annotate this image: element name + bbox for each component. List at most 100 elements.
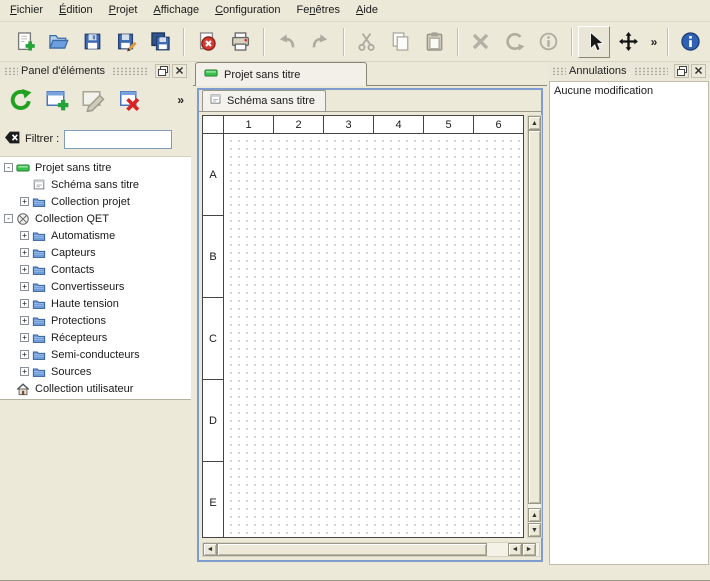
- cut-button[interactable]: [350, 26, 382, 58]
- new-element-button[interactable]: [41, 84, 73, 116]
- new-document-button[interactable]: [8, 26, 40, 58]
- diagram-grid[interactable]: [224, 134, 523, 537]
- tree-item-convertisseurs[interactable]: +Convertisseurs: [0, 278, 191, 295]
- menu-dition[interactable]: Édition: [51, 1, 101, 20]
- scroll-left-icon[interactable]: ◄: [203, 543, 217, 556]
- tree-item-label: Haute tension: [51, 298, 119, 310]
- toolbar-separator: [343, 28, 345, 56]
- about-qet-button[interactable]: [674, 26, 706, 58]
- expand-icon[interactable]: +: [20, 316, 29, 325]
- tree-item-sch-ma-sans-titre[interactable]: Schéma sans titre: [0, 176, 191, 193]
- clear-filter-icon[interactable]: [4, 129, 21, 149]
- vertical-scrollbar[interactable]: ▲ ▲ ▼: [527, 115, 542, 538]
- undo-panel-titlebar[interactable]: Annulations: [548, 62, 710, 79]
- close-file-button[interactable]: [190, 26, 222, 58]
- tree-item-label: Sources: [51, 366, 91, 378]
- scroll-down-icon[interactable]: ▼: [528, 523, 541, 537]
- filter-input[interactable]: [64, 130, 172, 149]
- horizontal-scroll-thumb[interactable]: [217, 543, 487, 556]
- tree-item-r-cepteurs[interactable]: +Récepteurs: [0, 329, 191, 346]
- tree-item-haute-tension[interactable]: + Haute tension: [0, 295, 191, 312]
- scroll-up-icon[interactable]: ▲: [528, 116, 541, 130]
- tree-item-capteurs[interactable]: + Capteurs: [0, 244, 191, 261]
- menu-projet[interactable]: Projet: [101, 1, 146, 20]
- scroll-left-secondary-icon[interactable]: ◄: [508, 543, 522, 556]
- delete-element-button[interactable]: [113, 84, 145, 116]
- toolbar-separator: [667, 28, 669, 56]
- undo-empty-text: Aucune modification: [550, 82, 708, 100]
- schema-tabbar: Schéma sans titre: [199, 90, 541, 112]
- tab-schema-sans-titre[interactable]: Schéma sans titre: [202, 90, 326, 111]
- copy-button[interactable]: [384, 26, 416, 58]
- save-as-button[interactable]: [110, 26, 142, 58]
- reload-collections-button[interactable]: [5, 84, 37, 116]
- collapse-icon[interactable]: -: [4, 163, 13, 172]
- expand-icon[interactable]: +: [20, 197, 29, 206]
- main-toolbar: »»: [0, 22, 710, 62]
- tree-item-collection-utilisateur[interactable]: Collection utilisateur: [0, 380, 191, 397]
- horizontal-scrollbar[interactable]: ◄ ◄ ►: [202, 542, 540, 557]
- menu-fichier[interactable]: Fichier: [2, 1, 51, 20]
- selection-info-button[interactable]: [532, 26, 564, 58]
- pan-mode-button[interactable]: [612, 26, 644, 58]
- filter-label: Filtrer :: [25, 133, 59, 145]
- menu-aide[interactable]: Aide: [348, 1, 386, 20]
- expand-icon[interactable]: +: [20, 350, 29, 359]
- redo-button[interactable]: [304, 26, 336, 58]
- float-dock-icon[interactable]: [674, 64, 689, 78]
- save-button[interactable]: [76, 26, 108, 58]
- delete-button[interactable]: [464, 26, 496, 58]
- project-icon: [204, 66, 218, 80]
- menu-fen-tres[interactable]: Fenêtres: [289, 1, 348, 20]
- folder-icon: [32, 331, 48, 345]
- panel-overflow-icon[interactable]: »: [177, 93, 184, 107]
- tree-item-collection-projet[interactable]: + Collection projet: [0, 193, 191, 210]
- tree-item-sources[interactable]: + Sources: [0, 363, 191, 380]
- close-dock-icon[interactable]: [172, 64, 187, 78]
- tree-item-automatisme[interactable]: + Automatisme: [0, 227, 191, 244]
- tab-projet-sans-titre[interactable]: Projet sans titre: [195, 62, 367, 86]
- select-mode-button[interactable]: [578, 26, 610, 58]
- expand-icon[interactable]: +: [20, 248, 29, 257]
- edit-element-button[interactable]: [77, 84, 109, 116]
- float-dock-icon[interactable]: [155, 64, 170, 78]
- tree-item-label: Collection projet: [51, 196, 130, 208]
- expand-icon[interactable]: +: [20, 265, 29, 274]
- expand-icon[interactable]: +: [20, 333, 29, 342]
- close-dock-icon[interactable]: [691, 64, 706, 78]
- tree-item-label: Automatisme: [51, 230, 115, 242]
- ruler-row-b: B: [203, 216, 223, 298]
- elements-panel-titlebar[interactable]: Panel d'éléments: [0, 62, 191, 79]
- collapse-icon[interactable]: -: [4, 214, 13, 223]
- tree-item-protections[interactable]: +Protections: [0, 312, 191, 329]
- scroll-right-icon[interactable]: ►: [522, 543, 536, 556]
- save-all-button[interactable]: [144, 26, 176, 58]
- expand-icon[interactable]: +: [20, 367, 29, 376]
- undo-button[interactable]: [270, 26, 302, 58]
- copy-icon: [390, 31, 411, 52]
- select-mode-icon: [584, 31, 605, 52]
- print-button[interactable]: [224, 26, 256, 58]
- ruler-column-2: 2: [274, 116, 324, 133]
- vertical-scroll-thumb[interactable]: [528, 130, 541, 504]
- scroll-up-secondary-icon[interactable]: ▲: [528, 508, 541, 522]
- toolbar-overflow-icon[interactable]: »: [646, 28, 662, 56]
- paste-button[interactable]: [418, 26, 450, 58]
- folder-icon: [32, 263, 48, 277]
- rotate-icon: [504, 31, 525, 52]
- tree-item-contacts[interactable]: +Contacts: [0, 261, 191, 278]
- expand-icon[interactable]: +: [20, 299, 29, 308]
- tree-item-semi-conducteurs[interactable]: +Semi-conducteurs: [0, 346, 191, 363]
- menu-affichage[interactable]: Affichage: [145, 1, 207, 20]
- open-project-button[interactable]: [42, 26, 74, 58]
- paste-icon: [424, 31, 445, 52]
- expand-icon[interactable]: +: [20, 231, 29, 240]
- tree-item-label: Capteurs: [51, 247, 96, 259]
- ruler-row-c: C: [203, 298, 223, 380]
- project-tabbar: Projet sans titre: [193, 62, 547, 86]
- tree-item-projet-sans-titre[interactable]: -Projet sans titre: [0, 159, 191, 176]
- rotate-button[interactable]: [498, 26, 530, 58]
- expand-icon[interactable]: +: [20, 282, 29, 291]
- tree-item-collection-qet[interactable]: -Collection QET: [0, 210, 191, 227]
- menu-configuration[interactable]: Configuration: [207, 1, 288, 20]
